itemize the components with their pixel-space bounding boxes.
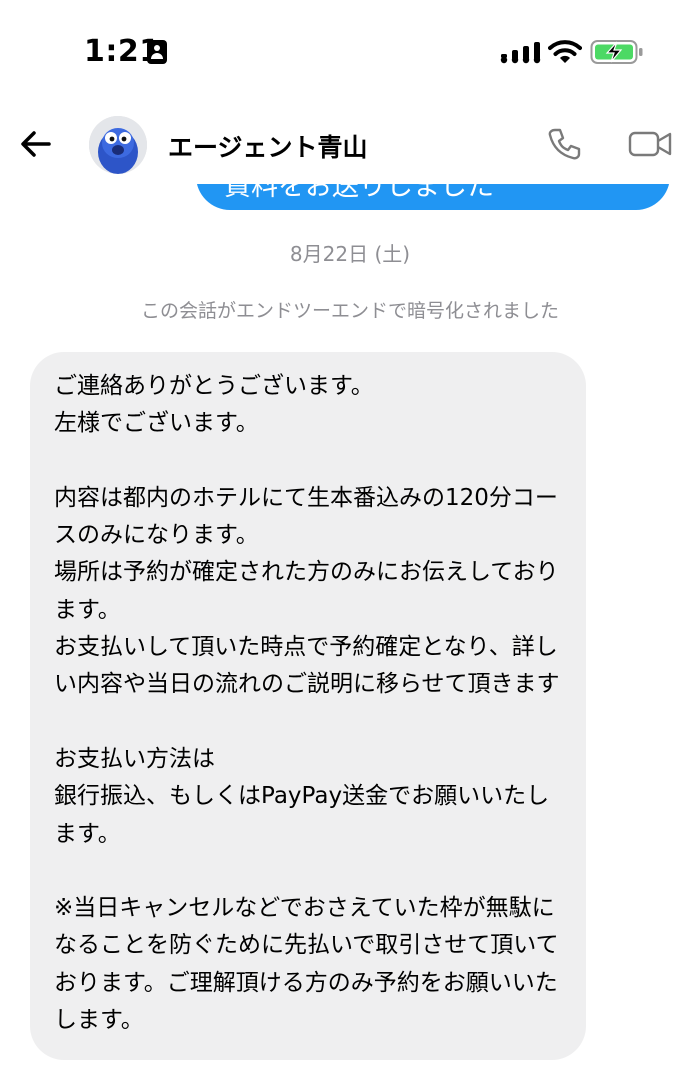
wifi-icon	[548, 40, 582, 63]
avatar[interactable]	[89, 116, 147, 174]
id-card-icon	[147, 40, 167, 64]
video-camera-icon[interactable]	[628, 126, 674, 162]
contact-name[interactable]: エージェント青山	[168, 128, 368, 164]
received-message-bubble[interactable]: ご連絡ありがとうございます。 左様でございます。 内容は都内のホテルにて生本番込…	[30, 352, 586, 1060]
status-bar: 1:21	[0, 0, 700, 100]
chat-header: エージェント青山	[0, 100, 700, 184]
received-message-text: ご連絡ありがとうございます。 左様でございます。 内容は都内のホテルにて生本番込…	[54, 373, 560, 1034]
battery-charging-icon	[590, 40, 643, 64]
avatar-image	[89, 116, 147, 174]
date-separator: 8月22日 (土)	[289, 242, 411, 266]
arrow-left-icon[interactable]	[16, 124, 56, 164]
encryption-notice: この会話がエンドツーエンドで暗号化されました	[140, 300, 559, 322]
signal-icon	[500, 42, 541, 64]
phone-icon[interactable]	[544, 124, 584, 164]
